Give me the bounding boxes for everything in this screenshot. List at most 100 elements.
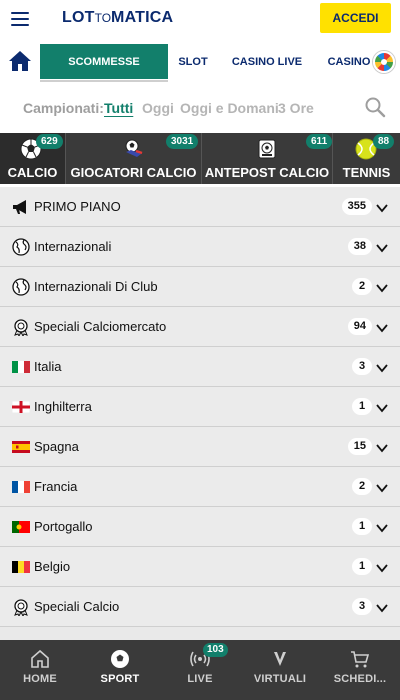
- league-label: Spagna: [34, 439, 79, 454]
- bottom-nav-virtuali[interactable]: VIRTUALI: [240, 640, 320, 700]
- app-root: LOTTOMATICA ACCEDI SCOMMESSE SLOT CASINO…: [0, 0, 400, 700]
- league-count: 94: [347, 318, 372, 335]
- search-icon[interactable]: [364, 96, 386, 118]
- sports-carousel: 629 CALCIO 3031 GIOCATORI CALCIO 611 ANT…: [0, 133, 400, 184]
- megaphone-icon: [12, 198, 30, 216]
- sport-tab-tennis[interactable]: 88 TENNIS: [333, 133, 400, 184]
- soccer-ball-icon: [111, 650, 129, 668]
- league-row-inghilterra[interactable]: Inghilterra 1: [0, 387, 400, 427]
- flag-england-icon: [12, 398, 30, 416]
- chevron-down-icon: [376, 561, 388, 573]
- league-label: Internazionali Di Club: [34, 279, 158, 294]
- league-label: Italia: [34, 359, 62, 374]
- medal-icon: [12, 318, 30, 336]
- chevron-down-icon: [376, 201, 388, 213]
- chevron-down-icon: [376, 521, 388, 533]
- league-row-speciali-calciomercato[interactable]: Speciali Calciomercato 94: [0, 307, 400, 347]
- bottom-nav-schedina[interactable]: SCHEDI...: [320, 640, 400, 700]
- tab-slot[interactable]: SLOT: [168, 44, 218, 79]
- chevron-down-icon: [376, 401, 388, 413]
- bottom-nav: HOME SPORT 103 LIVE VIRTUALI SCHEDI...: [0, 640, 400, 700]
- home-icon: [31, 649, 49, 668]
- chevron-down-icon: [376, 281, 388, 293]
- league-row-speciali-calcio[interactable]: Speciali Calcio 3: [0, 587, 400, 627]
- league-label: Portogallo: [34, 519, 93, 534]
- live-count-badge: 103: [203, 643, 228, 657]
- league-label: Speciali Calciomercato: [34, 319, 167, 334]
- chevron-down-icon: [376, 481, 388, 493]
- globe-icon: [12, 278, 30, 296]
- logo-part2: TO: [94, 11, 112, 25]
- league-row-spagna[interactable]: Spagna 15: [0, 427, 400, 467]
- league-row-francia[interactable]: Francia 2: [0, 467, 400, 507]
- league-row-internazionali[interactable]: Internazionali 38: [0, 227, 400, 267]
- league-label: Speciali Calcio: [34, 599, 120, 614]
- cart-icon: [351, 651, 370, 668]
- logo-part1: LOT: [62, 9, 95, 26]
- filter-oggi[interactable]: Oggi: [142, 100, 174, 116]
- trophy-icon: [256, 138, 278, 160]
- sport-count-badge: 3031: [166, 134, 199, 149]
- sport-tab-giocatori-calcio[interactable]: 3031 GIOCATORI CALCIO: [66, 133, 202, 184]
- chevron-down-icon: [376, 361, 388, 373]
- bottom-nav-label: SPORT: [100, 673, 140, 685]
- flag-italy-icon: [12, 358, 30, 376]
- flag-belgium-icon: [12, 558, 30, 576]
- sport-count-badge: 611: [306, 134, 333, 149]
- home-icon[interactable]: [8, 50, 32, 72]
- league-count: 3: [352, 598, 372, 615]
- league-row-primo-piano[interactable]: PRIMO PIANO 355: [0, 187, 400, 227]
- flag-france-icon: [12, 478, 30, 496]
- filter-tutti[interactable]: Tutti: [104, 100, 133, 116]
- chevron-down-icon: [376, 321, 388, 333]
- bottom-nav-home[interactable]: HOME: [0, 640, 80, 700]
- top-header: LOTTOMATICA ACCEDI: [0, 0, 400, 40]
- sport-count-badge: 88: [373, 134, 395, 149]
- chevron-down-icon: [376, 601, 388, 613]
- filter-label: Campionati:: [23, 100, 104, 116]
- league-label: Belgio: [34, 559, 71, 574]
- filter-oggi-e-domani[interactable]: Oggi e Domani: [180, 100, 279, 116]
- wheel-of-fortune-icon[interactable]: [373, 51, 395, 73]
- login-button[interactable]: ACCEDI: [320, 3, 391, 33]
- sport-tab-calcio[interactable]: 629 CALCIO: [0, 133, 66, 184]
- tab-casino-live[interactable]: CASINO LIVE: [218, 44, 316, 79]
- chevron-down-icon: [376, 441, 388, 453]
- bottom-nav-live[interactable]: 103 LIVE: [160, 640, 240, 700]
- campionati-filter: Campionati: Tutti Oggi Oggi e Domani 3 O…: [0, 88, 400, 128]
- sport-label: TENNIS: [342, 165, 391, 180]
- league-row-italia[interactable]: Italia 3: [0, 347, 400, 387]
- league-count: 1: [352, 558, 372, 575]
- league-count: 1: [352, 398, 372, 415]
- league-count: 3: [352, 358, 372, 375]
- virtual-v-icon: [274, 652, 286, 666]
- league-label: Internazionali: [34, 239, 112, 254]
- league-row-portogallo[interactable]: Portogallo 1: [0, 507, 400, 547]
- bottom-nav-label: VIRTUALI: [253, 673, 307, 685]
- product-nav: SCOMMESSE SLOT CASINO LIVE CASINO: [0, 42, 400, 82]
- menu-icon[interactable]: [11, 12, 29, 26]
- league-list: PRIMO PIANO 355 Internazionali 38 Intern…: [0, 187, 400, 640]
- soccer-player-icon: [122, 138, 144, 160]
- league-row-belgio[interactable]: Belgio 1: [0, 547, 400, 587]
- sport-label: GIOCATORI CALCIO: [70, 165, 197, 180]
- logo-part3: MATICA: [111, 9, 174, 26]
- sport-tab-antepost-calcio[interactable]: 611 ANTEPOST CALCIO: [202, 133, 333, 184]
- filter-3-ore[interactable]: 3 Ore: [278, 100, 314, 116]
- league-count: 1: [352, 518, 372, 535]
- globe-icon: [12, 238, 30, 256]
- chevron-down-icon: [376, 241, 388, 253]
- league-label: PRIMO PIANO: [34, 199, 121, 214]
- league-label: Francia: [34, 479, 78, 494]
- flag-portugal-icon: [12, 518, 30, 536]
- league-count: 38: [347, 238, 372, 255]
- league-row-internazionali-di-club[interactable]: Internazionali Di Club 2: [0, 267, 400, 307]
- league-count: 2: [352, 478, 372, 495]
- tab-scommesse[interactable]: SCOMMESSE: [40, 44, 168, 79]
- bottom-nav-sport[interactable]: SPORT: [80, 640, 160, 700]
- bottom-nav-label: LIVE: [187, 673, 213, 685]
- sport-label: ANTEPOST CALCIO: [204, 165, 330, 180]
- flag-spain-icon: [12, 438, 30, 456]
- brand-logo[interactable]: LOTTOMATICA: [62, 9, 173, 27]
- tab-scroll-indicator: [40, 80, 168, 82]
